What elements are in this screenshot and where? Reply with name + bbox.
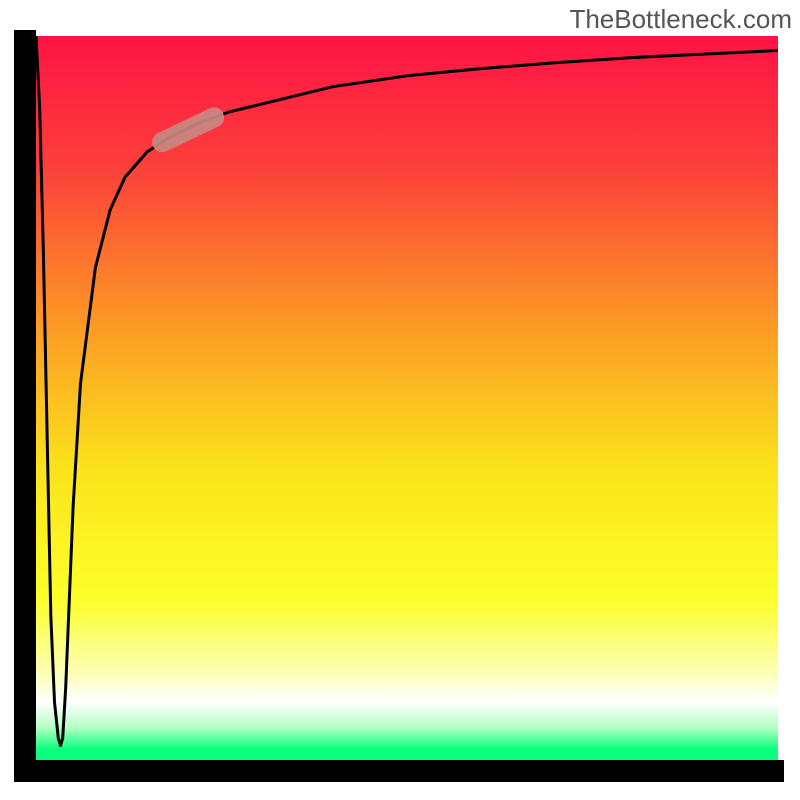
watermark-label: TheBottleneck.com — [569, 4, 792, 35]
chart-svg — [0, 0, 800, 800]
plot-background — [36, 36, 778, 760]
chart-container: TheBottleneck.com — [0, 0, 800, 800]
